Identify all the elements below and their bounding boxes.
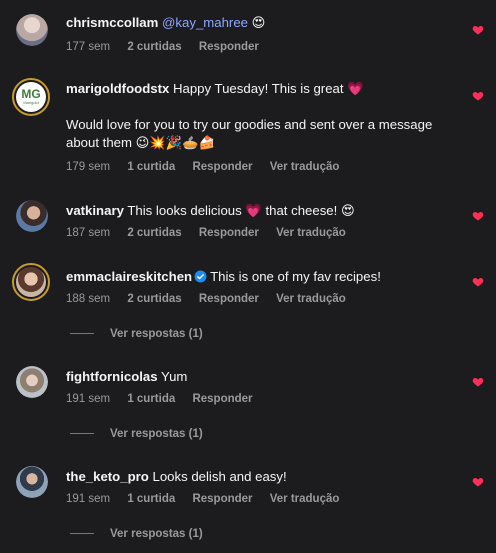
comment-text: Looks delish and easy! (152, 469, 287, 484)
comment-username[interactable]: marigoldfoodstx (66, 81, 169, 96)
reply-button[interactable]: Responder (199, 41, 259, 53)
heart-icon[interactable] (472, 276, 484, 288)
comment-meta: 188 sem 2 curtidas Responder Ver traduçã… (66, 293, 360, 305)
heart-icon[interactable] (472, 476, 484, 488)
comment-meta: 187 sem 2 curtidas Responder Ver traduçã… (66, 227, 360, 239)
comment-text-continued: Would love for you to try our goodies an… (66, 117, 433, 150)
avatar[interactable] (16, 466, 48, 498)
view-replies-label[interactable]: Ver respostas (1) (110, 528, 203, 540)
replies-divider (70, 533, 94, 535)
comment-text: 😍 (251, 15, 266, 30)
verified-badge-icon (194, 270, 207, 283)
comment-text: Yum (161, 369, 188, 384)
avatar-logo-text: Marigold (23, 100, 39, 105)
comment-username[interactable]: fightfornicolas (66, 369, 158, 384)
replies-divider (70, 333, 94, 335)
comment-time: 188 sem (66, 293, 111, 305)
heart-icon[interactable] (472, 90, 484, 102)
comment-meta: 191 sem 1 curtida Responder (66, 393, 267, 405)
replies-divider (70, 433, 94, 435)
view-replies-button[interactable]: Ver respostas (1) (70, 528, 203, 540)
translate-button[interactable]: Ver tradução (276, 227, 346, 239)
translate-button[interactable]: Ver tradução (270, 493, 340, 505)
comment-mention[interactable]: @kay_mahree (162, 15, 248, 30)
comment-username[interactable]: the_keto_pro (66, 469, 149, 484)
view-replies-label[interactable]: Ver respostas (1) (110, 428, 203, 440)
comment-time: 177 sem (66, 41, 111, 53)
avatar[interactable] (16, 200, 48, 232)
avatar[interactable] (16, 14, 48, 46)
comment-likes[interactable]: 1 curtida (127, 493, 175, 505)
comment-likes[interactable]: 1 curtida (127, 393, 175, 405)
reply-button[interactable]: Responder (192, 393, 252, 405)
reply-button[interactable]: Responder (199, 227, 259, 239)
comment-likes[interactable]: 2 curtidas (127, 293, 181, 305)
translate-button[interactable]: Ver tradução (270, 161, 340, 173)
reply-button[interactable]: Responder (192, 493, 252, 505)
avatar[interactable] (16, 366, 48, 398)
view-replies-label[interactable]: Ver respostas (1) (110, 328, 203, 340)
comment-time: 179 sem (66, 161, 111, 173)
comment-time: 191 sem (66, 493, 111, 505)
comment-likes[interactable]: 2 curtidas (127, 41, 181, 53)
avatar[interactable] (12, 263, 50, 301)
comment-text: This is one of my fav recipes! (210, 269, 381, 284)
reply-button[interactable]: Responder (199, 293, 259, 305)
comment-text: This looks delicious 💗 that cheese! 😍 (127, 203, 355, 218)
comment-username[interactable]: emmaclaireskitchen (66, 269, 192, 284)
comment-username[interactable]: vatkinary (66, 203, 124, 218)
comment-username[interactable]: chrismccollam (66, 15, 158, 30)
translate-button[interactable]: Ver tradução (276, 293, 346, 305)
avatar[interactable]: MG Marigold (12, 78, 50, 116)
comment-meta: 191 sem 1 curtida Responder Ver tradução (66, 493, 353, 505)
heart-icon[interactable] (472, 24, 484, 36)
heart-icon[interactable] (472, 376, 484, 388)
comment-likes[interactable]: 1 curtida (127, 161, 175, 173)
comment-time: 191 sem (66, 393, 111, 405)
view-replies-button[interactable]: Ver respostas (1) (70, 428, 203, 440)
comment-time: 187 sem (66, 227, 111, 239)
comment-text: Happy Tuesday! This is great 💗 (172, 81, 364, 96)
comment-likes[interactable]: 2 curtidas (127, 227, 181, 239)
view-replies-button[interactable]: Ver respostas (1) (70, 328, 203, 340)
comment-meta: 177 sem 2 curtidas Responder (66, 41, 273, 53)
comment-meta: 179 sem 1 curtida Responder Ver tradução (66, 161, 353, 173)
heart-icon[interactable] (472, 210, 484, 222)
reply-button[interactable]: Responder (192, 161, 252, 173)
